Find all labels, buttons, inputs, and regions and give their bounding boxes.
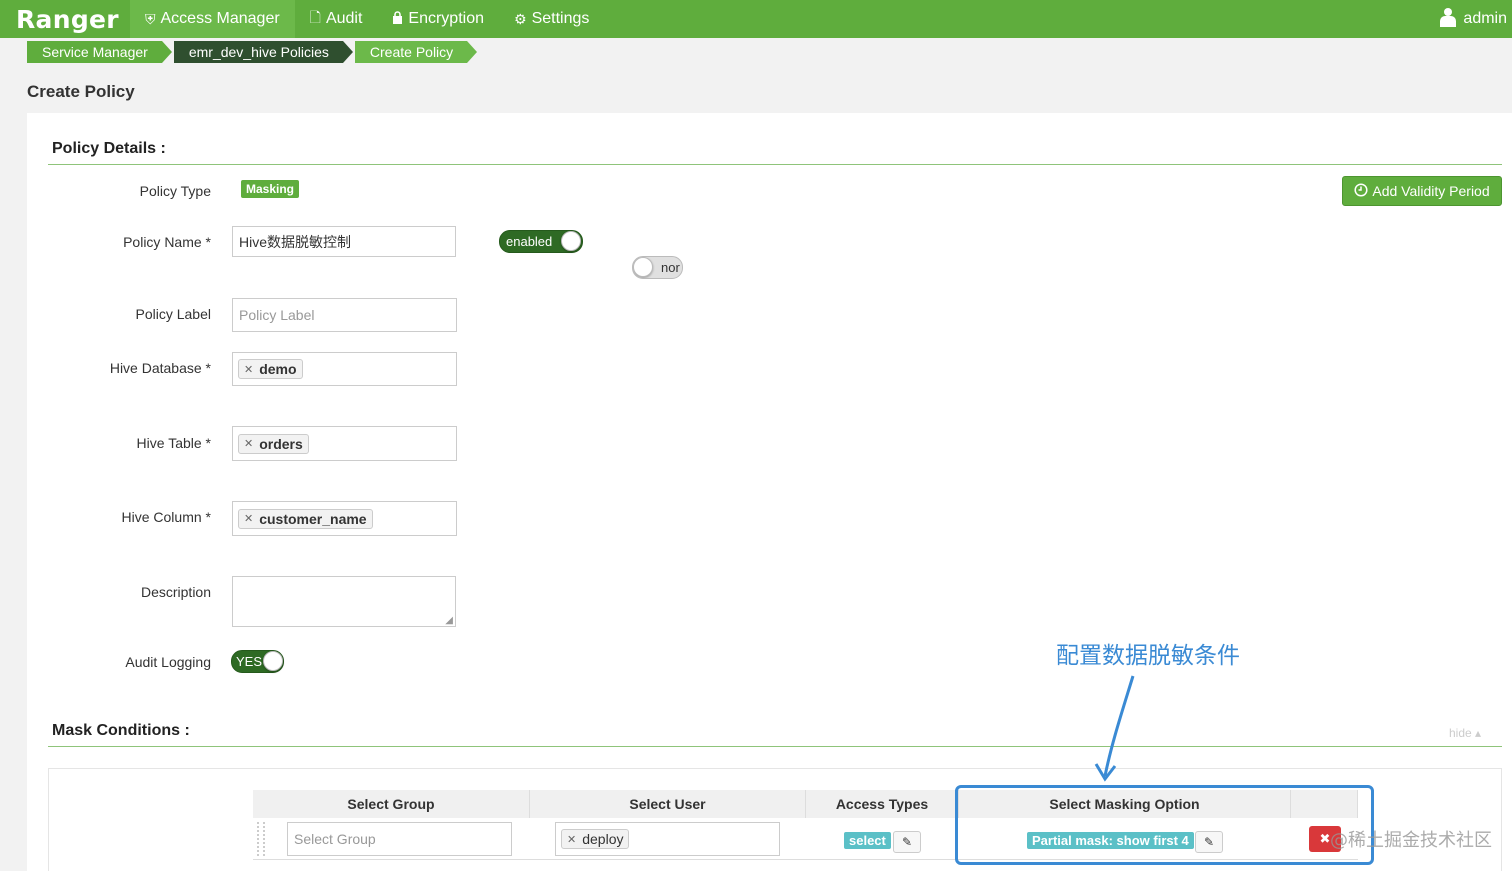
breadcrumb-policies[interactable]: emr_dev_hive Policies [173,41,353,63]
nav-access-manager-label: Access Manager [160,10,280,27]
hive-column-tag-label: customer_name [259,510,367,527]
mask-conditions-title: Mask Conditions : [52,722,190,739]
watermark: @稀土掘金技术社区 [1330,830,1492,851]
add-validity-period-label: Add Validity Period [1372,183,1490,199]
remove-tag-icon[interactable]: ✕ [244,512,253,525]
remove-tag-icon[interactable]: ✕ [244,437,253,450]
audit-logging-toggle-knob [263,651,283,671]
hive-column-input[interactable]: ✕ customer_name [232,501,457,536]
top-navbar: Ranger ⛨ Access Manager 🗋 Audit Encrypti… [0,0,1512,38]
user-name: admin [1463,10,1507,27]
shield-icon: ⛨ [145,10,156,27]
enabled-toggle-knob [561,231,581,251]
policy-label-label: Policy Label [135,306,212,322]
gear-icon: ⚙ [514,10,527,27]
hive-database-label: Hive Database * [109,360,211,376]
drag-handle-icon[interactable] [257,822,265,856]
policy-details-divider [48,164,1502,165]
annotation-arrow-icon [1094,675,1135,782]
file-icon: 🗋 [309,9,321,25]
lock-icon [392,11,403,27]
annotation-text: 配置数据脱敏条件 [1056,643,1240,669]
policy-type-badge: Masking [241,180,300,198]
normal-toggle-label: nor [661,260,680,275]
caret-up-icon: ▴ [1475,726,1482,740]
nav-encryption-label: Encryption [408,10,484,27]
policy-name-input[interactable]: Hive数据脱敏控制 [232,226,456,257]
user-icon [1439,7,1457,32]
hive-table-input[interactable]: ✕ orders [232,426,457,461]
nav-audit[interactable]: 🗋 Audit [295,0,378,38]
normal-toggle-knob [633,257,653,277]
edit-access-types-button[interactable]: ✎ [893,831,921,853]
brand-logo[interactable]: Ranger [0,0,130,38]
hive-column-label: Hive Column * [121,509,211,525]
col-header-select-user: Select User [530,790,806,818]
select-user-input[interactable]: ✕ deploy [555,822,780,856]
user-menu[interactable]: admin [1439,0,1507,38]
description-label: Description [140,584,211,600]
breadcrumb-service-manager[interactable]: Service Manager [27,41,172,63]
enabled-toggle-label: enabled [506,234,553,249]
hide-link[interactable]: hide ▴ [1449,726,1481,740]
mask-conditions-divider [48,746,1502,747]
remove-tag-icon[interactable]: ✕ [244,363,253,376]
access-type-badge: select [844,832,891,849]
user-tag: ✕ deploy [561,829,630,849]
audit-logging-toggle-label: YES [236,654,263,669]
policy-details-title: Policy Details : [52,140,166,157]
enabled-toggle[interactable]: enabled [499,230,583,253]
audit-logging-label: Audit Logging [125,654,211,670]
nav-access-manager[interactable]: ⛨ Access Manager [130,0,295,38]
user-tag-label: deploy [582,831,624,847]
annotation-highlight-box [955,785,1374,865]
breadcrumb-create-policy: Create Policy [354,41,478,63]
hive-table-label: Hive Table * [136,435,211,451]
nav-settings[interactable]: ⚙ Settings [499,0,604,38]
pencil-icon: ✎ [901,835,913,849]
hive-table-tag: ✕ orders [238,433,309,454]
policy-label-input[interactable]: Policy Label [232,298,457,332]
page-title: Create Policy [27,82,135,101]
col-header-select-group: Select Group [253,790,530,818]
hive-database-tag: ✕ demo [238,359,303,379]
hive-database-input[interactable]: ✕ demo [232,352,457,386]
normal-toggle[interactable]: nor [632,256,683,279]
audit-logging-toggle[interactable]: YES [231,650,284,673]
nav-encryption[interactable]: Encryption [377,0,499,38]
hive-database-tag-label: demo [259,361,297,377]
hive-column-tag: ✕ customer_name [238,508,373,529]
nav-audit-label: Audit [325,10,363,27]
col-header-access-types: Access Types [806,790,959,818]
hive-table-tag-label: orders [259,435,303,452]
policy-type-label: Policy Type [139,183,211,199]
resize-handle-icon[interactable]: ◢ [445,615,453,626]
nav-settings-label: Settings [531,10,590,27]
policy-name-label: Policy Name * [123,234,211,250]
clock-icon [1354,182,1368,200]
breadcrumb: Service Manager emr_dev_hive Policies Cr… [27,41,479,63]
add-validity-period-button[interactable]: Add Validity Period [1342,176,1502,206]
remove-tag-icon[interactable]: ✕ [567,833,576,846]
description-textarea[interactable]: ◢ [232,576,456,627]
select-group-input[interactable]: Select Group [287,822,512,856]
hide-link-label: hide [1449,726,1472,740]
